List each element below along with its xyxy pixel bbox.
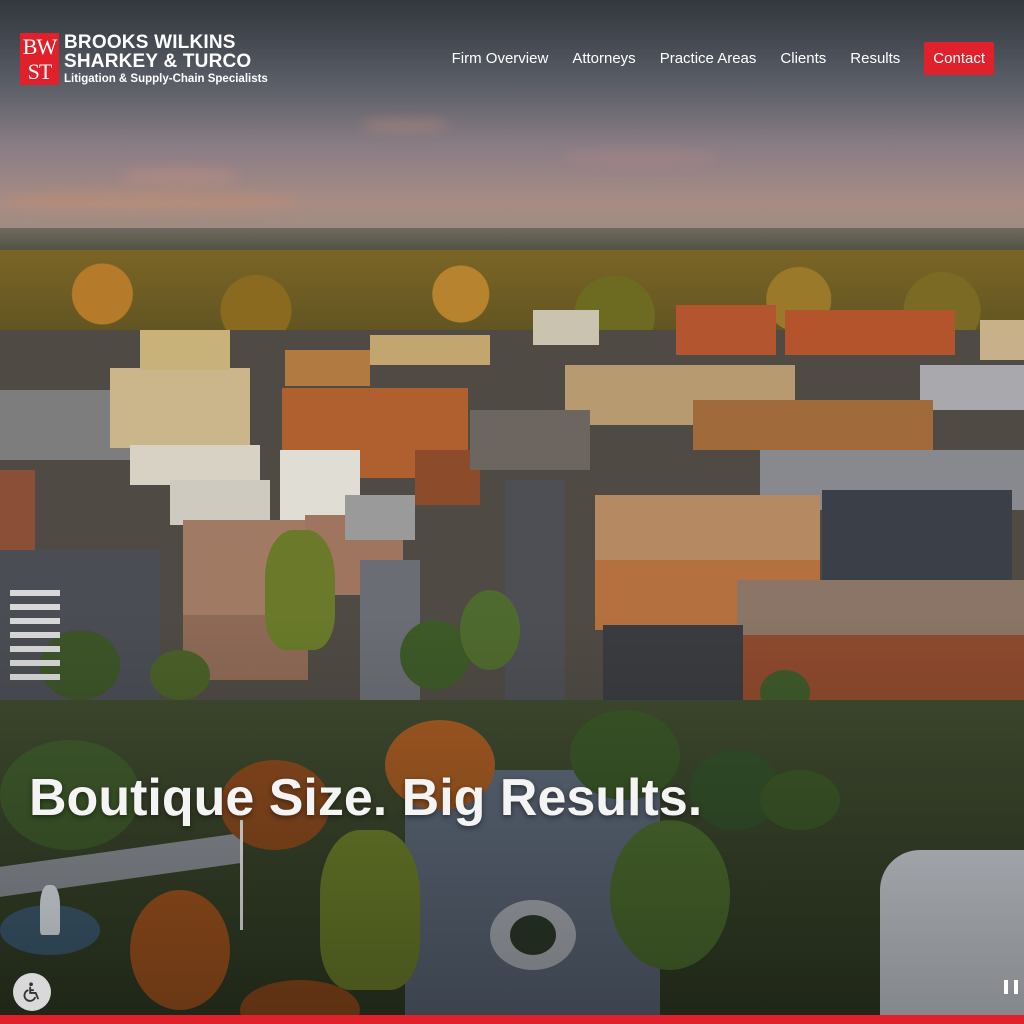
firm-name-line2: SHARKEY & TURCO bbox=[64, 51, 252, 72]
nav-results[interactable]: Results bbox=[850, 50, 900, 67]
nav-clients[interactable]: Clients bbox=[780, 50, 826, 67]
logo-mark: BW ST bbox=[20, 33, 59, 85]
logo-text: BROOKS WILKINS SHARKEY & TURCO Litigatio… bbox=[64, 33, 268, 85]
wheelchair-icon bbox=[23, 982, 39, 1002]
logo-mark-top: BW bbox=[22, 34, 57, 59]
pause-bar-right bbox=[1014, 980, 1018, 994]
hero-headline: Boutique Size. Big Results. bbox=[29, 769, 703, 827]
nav-attorneys[interactable]: Attorneys bbox=[572, 50, 635, 67]
firm-tagline: Litigation & Supply-Chain Specialists bbox=[64, 73, 268, 85]
pause-icon[interactable] bbox=[1004, 980, 1018, 994]
contact-button[interactable]: Contact bbox=[924, 42, 994, 75]
main-nav: Firm Overview Attorneys Practice Areas C… bbox=[428, 42, 994, 75]
firm-name-line1: BROOKS WILKINS bbox=[64, 32, 236, 53]
accessibility-button[interactable] bbox=[13, 973, 51, 1011]
bottom-accent-bar bbox=[0, 1015, 1024, 1024]
nav-practice-areas[interactable]: Practice Areas bbox=[660, 50, 757, 67]
pause-bar-left bbox=[1004, 980, 1008, 994]
nav-firm-overview[interactable]: Firm Overview bbox=[452, 50, 549, 67]
logo-mark-bottom: ST bbox=[27, 59, 53, 84]
hero-background bbox=[0, 0, 1024, 1024]
firm-logo[interactable]: BW ST BROOKS WILKINS SHARKEY & TURCO Lit… bbox=[20, 33, 268, 85]
